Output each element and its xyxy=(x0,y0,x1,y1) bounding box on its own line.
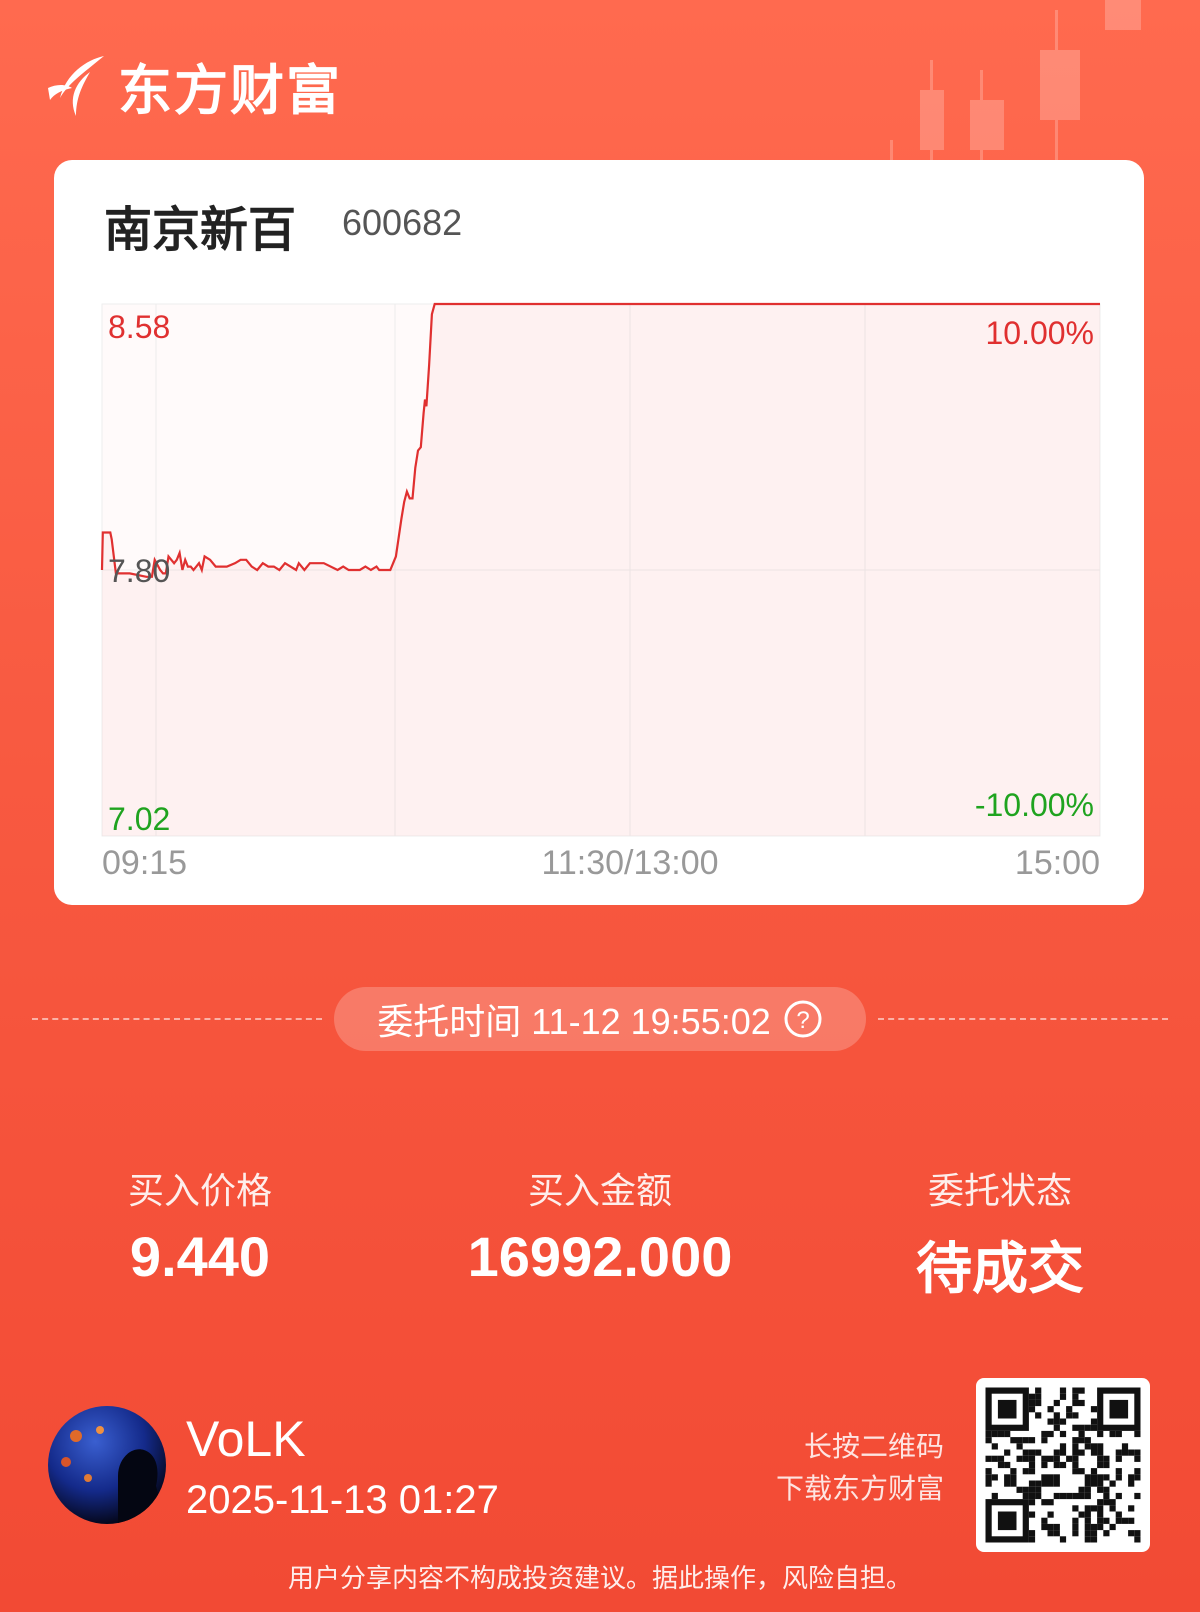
qr-hint: 长按二维码 下载东方财富 xyxy=(776,1426,944,1510)
qr-finder xyxy=(985,1499,1029,1543)
qr-hint-line2: 下载东方财富 xyxy=(775,1472,944,1505)
brand-logo: 东方财富 xyxy=(46,46,342,125)
buy-price-value: 9.440 xyxy=(129,1225,271,1288)
avatar[interactable] xyxy=(48,1406,166,1524)
pct-bottom-label: -10.00% xyxy=(975,787,1094,823)
order-time: 委托时间 11-12 19:55:02 xyxy=(377,1001,771,1042)
disclaimer: 用户分享内容不构成投资建议。据此操作，风险自担。 xyxy=(287,1564,912,1594)
buy-amount-value: 16992.000 xyxy=(467,1225,733,1288)
intraday-chart: 8.58 7.80 7.02 10.00% -10.00% 09:15 11:3… xyxy=(100,302,1101,882)
order-status-value: 待成交 xyxy=(916,1237,1084,1302)
order-status-label: 委托状态 xyxy=(927,1171,1072,1212)
qr-code[interactable] xyxy=(976,1378,1150,1552)
qr-hint-line1: 长按二维码 xyxy=(803,1430,944,1463)
user-name: VoLK xyxy=(186,1411,306,1467)
y-mid-label: 7.80 xyxy=(108,553,170,589)
help-icon[interactable]: ? xyxy=(783,999,823,1039)
qr-finder xyxy=(1097,1387,1141,1431)
buy-amount-label: 买入金额 xyxy=(527,1171,672,1212)
buy-amount-stat: 买入金额 16992.000 xyxy=(420,1162,780,1289)
x-end-label: 15:00 xyxy=(1015,844,1100,882)
help-glyph: ? xyxy=(796,1007,809,1034)
chart-card: 南京新百 600682 8.58 7.80 7.02 10.00% -10.00… xyxy=(54,160,1144,905)
pct-top-label: 10.00% xyxy=(985,315,1094,351)
order-status-stat: 委托状态 待成交 xyxy=(860,1162,1140,1305)
share-timestamp: 2025-11-13 01:27 xyxy=(186,1478,499,1522)
qr-finder xyxy=(985,1387,1029,1431)
buy-price-label: 买入价格 xyxy=(127,1171,272,1212)
y-top-label: 8.58 xyxy=(108,309,170,345)
divider-left xyxy=(32,1018,322,1020)
divider-right xyxy=(878,1018,1168,1020)
brand-flame-icon xyxy=(48,55,104,116)
buy-price-stat: 买入价格 9.440 xyxy=(60,1162,340,1289)
brand-name: 东方财富 xyxy=(118,59,342,122)
qr-code-image xyxy=(985,1387,1141,1543)
avatar-image xyxy=(48,1406,166,1524)
x-mid-label: 11:30/13:00 xyxy=(541,844,718,882)
x-start-label: 09:15 xyxy=(102,844,187,882)
y-bottom-label: 7.02 xyxy=(108,801,170,837)
order-time-pill: 委托时间 11-12 19:55:02 ? xyxy=(334,987,866,1051)
